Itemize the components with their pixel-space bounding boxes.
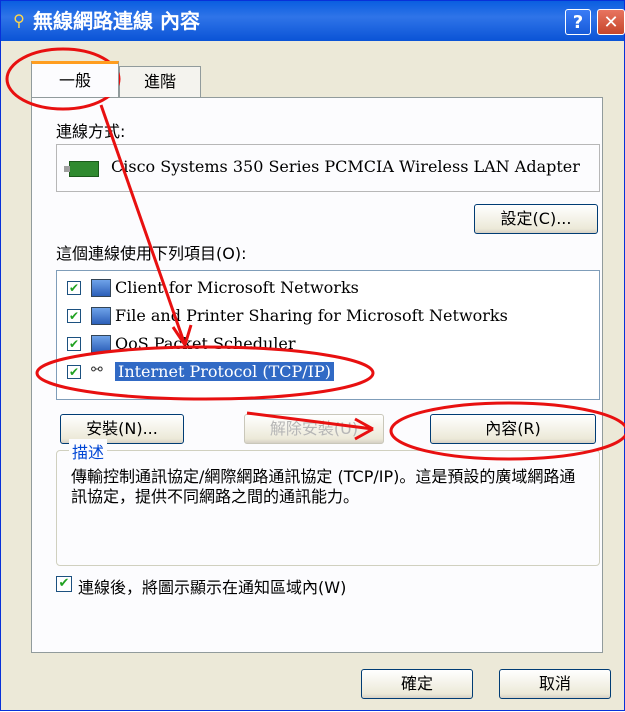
general-tab-panel: 連線方式: Cisco Systems 350 Series PCMCIA Wi… xyxy=(31,97,603,653)
components-label: 這個連線使用下列項目(O): xyxy=(56,244,247,263)
ok-button[interactable]: 確定 xyxy=(361,669,473,699)
cancel-button[interactable]: 取消 xyxy=(499,669,611,699)
components-list[interactable]: ✔ Client for Microsoft Networks ✔ File a… xyxy=(56,270,600,400)
configure-button[interactable]: 設定(C)... xyxy=(474,204,598,234)
tab-advanced[interactable]: 進階 xyxy=(119,66,201,97)
item-label: Client for Microsoft Networks xyxy=(115,278,359,297)
item-label: QoS Packet Scheduler xyxy=(115,334,296,353)
help-button[interactable]: ? xyxy=(565,9,591,35)
adapter-name: Cisco Systems 350 Series PCMCIA Wireless… xyxy=(111,157,580,176)
description-text: 傳輸控制通訊協定/網際網路通訊協定 (TCP/IP)。這是預設的廣域網路通訊協定… xyxy=(71,467,576,506)
window-title: 無線網路連線 內容 xyxy=(33,9,200,33)
network-client-icon xyxy=(91,279,111,297)
title-bar[interactable]: ⚲ 無線網路連線 內容 ? ✕ xyxy=(1,1,625,41)
wireless-connection-icon: ⚲ xyxy=(13,11,25,30)
file-printer-sharing-icon xyxy=(91,307,111,325)
item-label: Internet Protocol (TCP/IP) xyxy=(115,362,335,381)
qos-scheduler-icon xyxy=(91,335,111,353)
connect-using-label: 連線方式: xyxy=(56,122,126,141)
description-group: 描述 傳輸控制通訊協定/網際網路通訊協定 (TCP/IP)。這是預設的廣域網路通… xyxy=(56,439,600,566)
description-title: 描述 xyxy=(69,439,108,463)
uninstall-button[interactable]: 解除安裝(U) xyxy=(244,414,384,444)
notify-label: 連線後，將圖示顯示在通知區域內(W) xyxy=(78,578,347,597)
network-card-icon xyxy=(64,161,99,177)
list-item[interactable]: ✔ ⚯ Internet Protocol (TCP/IP) xyxy=(57,359,599,387)
item-checkbox[interactable]: ✔ xyxy=(67,337,81,351)
tab-strip: 一般 進階 xyxy=(31,61,601,99)
properties-button[interactable]: 內容(R) xyxy=(430,414,596,444)
tab-general[interactable]: 一般 xyxy=(31,61,119,97)
item-checkbox[interactable]: ✔ xyxy=(67,281,81,295)
protocol-icon: ⚯ xyxy=(91,362,103,378)
item-checkbox[interactable]: ✔ xyxy=(67,309,81,323)
adapter-box: Cisco Systems 350 Series PCMCIA Wireless… xyxy=(56,144,600,192)
list-item[interactable]: ✔ File and Printer Sharing for Microsoft… xyxy=(57,303,599,331)
list-item[interactable]: ✔ Client for Microsoft Networks xyxy=(57,275,599,303)
notify-checkbox[interactable]: ✔ xyxy=(56,576,72,592)
properties-window: ⚲ 無線網路連線 內容 ? ✕ 一般 進階 連線方式: Cisco System… xyxy=(0,0,625,711)
close-button[interactable]: ✕ xyxy=(597,9,625,35)
item-checkbox[interactable]: ✔ xyxy=(67,365,81,379)
item-label: File and Printer Sharing for Microsoft N… xyxy=(115,306,508,325)
list-item[interactable]: ✔ QoS Packet Scheduler xyxy=(57,331,599,359)
